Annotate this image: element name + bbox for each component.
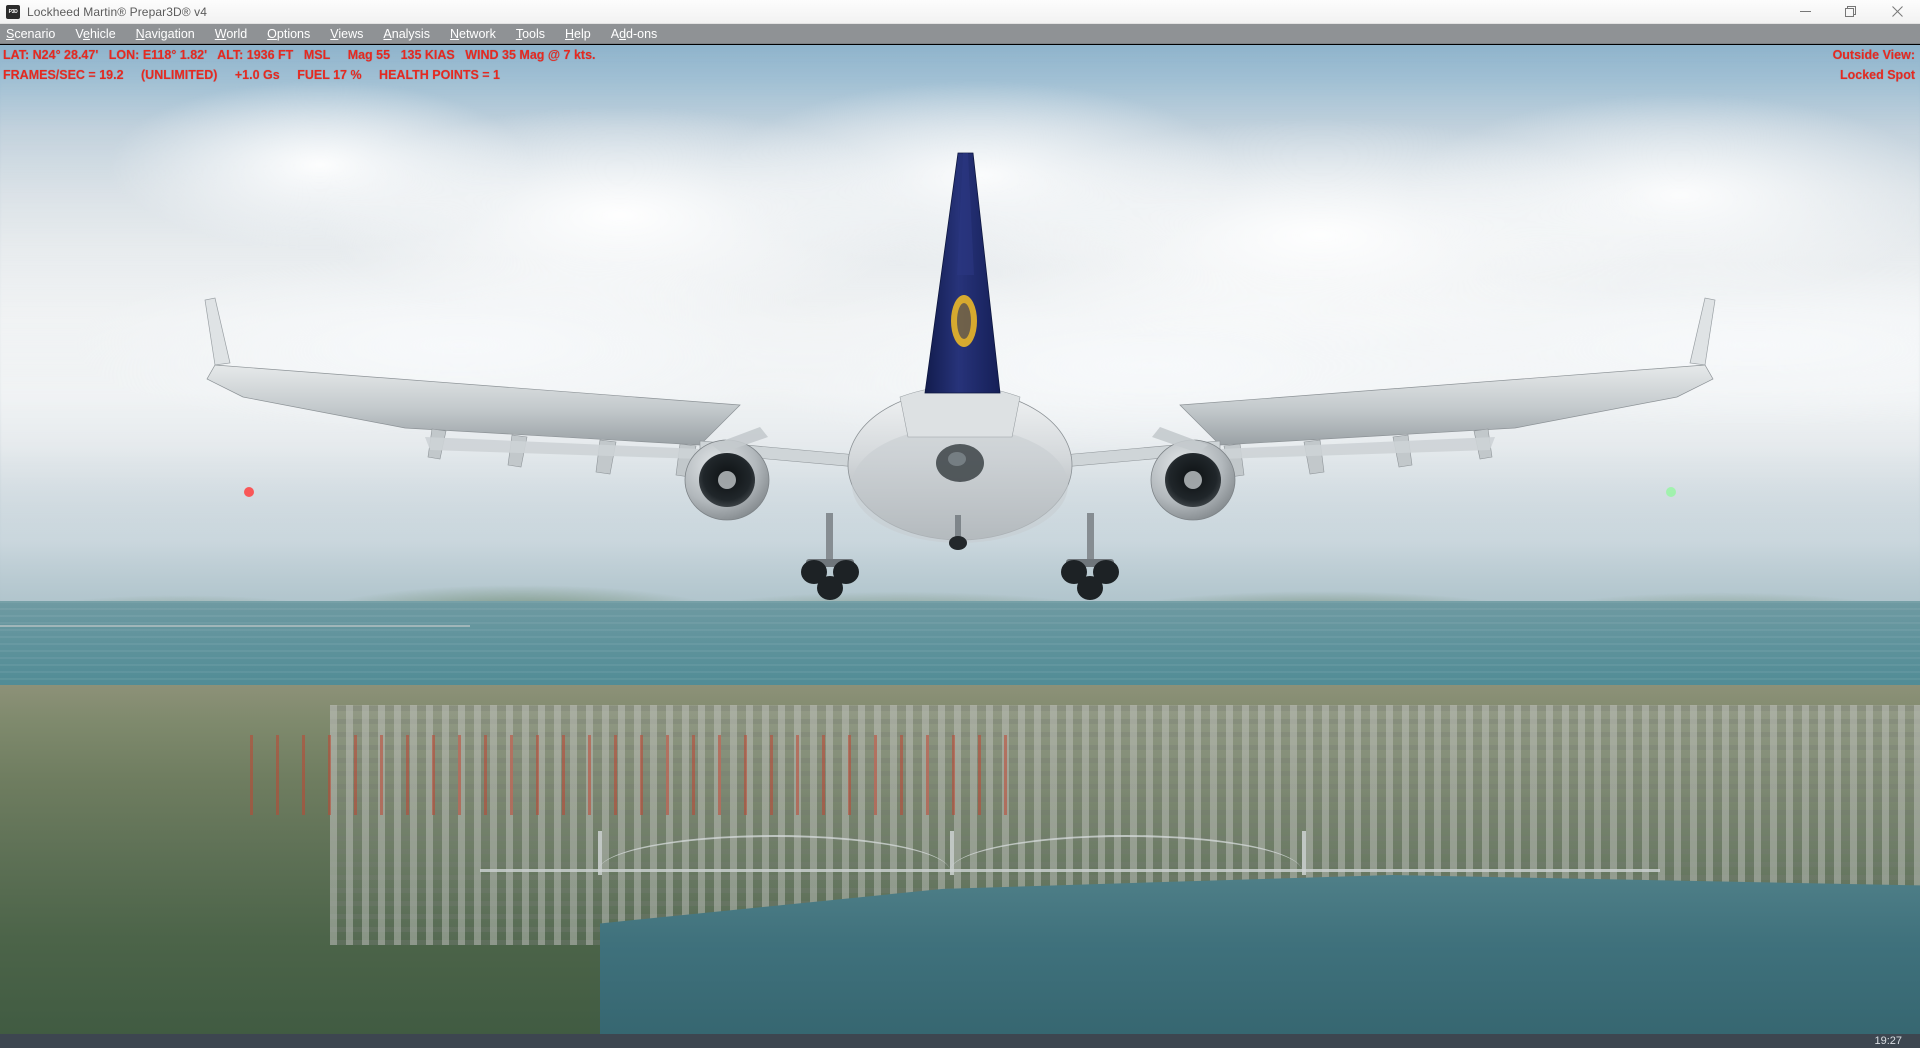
- menu-item-views[interactable]: Views: [320, 24, 373, 44]
- suspension-bridge: [480, 831, 1660, 911]
- menu-item-vehicle[interactable]: Vehicle: [65, 24, 125, 44]
- minimize-button[interactable]: [1782, 0, 1828, 24]
- close-button[interactable]: [1874, 0, 1920, 24]
- menu-item-options[interactable]: Options: [257, 24, 320, 44]
- window-title-bar[interactable]: P3D Lockheed Martin® Prepar3D® v4: [0, 0, 1920, 24]
- taskbar-clock[interactable]: 19:27: [1874, 1035, 1902, 1048]
- restore-button[interactable]: [1828, 0, 1874, 24]
- taskbar-edge[interactable]: 19:27: [0, 1034, 1920, 1048]
- menu-item-help[interactable]: Help: [555, 24, 601, 44]
- menu-item-navigation[interactable]: Navigation: [126, 24, 205, 44]
- menu-item-tools[interactable]: Tools: [506, 24, 555, 44]
- window-title: Lockheed Martin® Prepar3D® v4: [27, 4, 207, 19]
- far-bridge: [0, 615, 470, 637]
- app-icon: P3D: [6, 4, 20, 19]
- menu-item-scenario[interactable]: Scenario: [0, 24, 65, 44]
- menu-item-world[interactable]: World: [205, 24, 257, 44]
- menu-item-add-ons[interactable]: Add-ons: [601, 24, 668, 44]
- menu-item-network[interactable]: Network: [440, 24, 506, 44]
- window-controls: [1782, 0, 1920, 24]
- menu-item-analysis[interactable]: Analysis: [373, 24, 440, 44]
- main-menu-bar: Scenario Vehicle Navigation World Options Vie…: [0, 24, 1920, 44]
- harbor-cranes: [250, 735, 1010, 815]
- simulation-viewport[interactable]: [0, 45, 1920, 1048]
